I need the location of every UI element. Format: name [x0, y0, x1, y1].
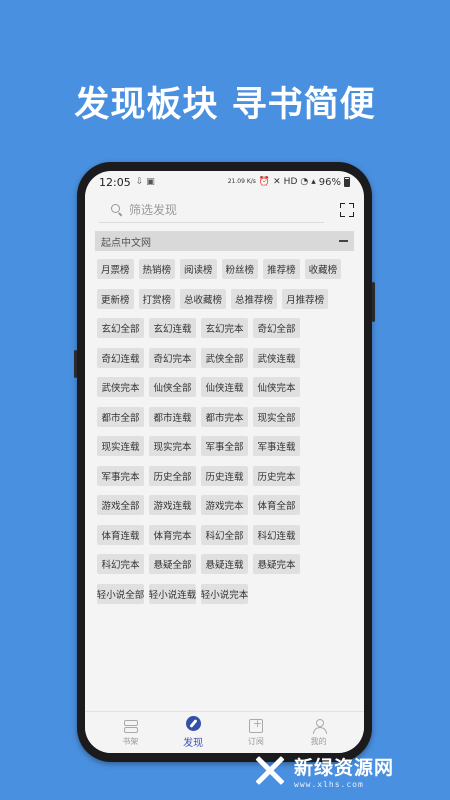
bookshelf-icon — [123, 719, 139, 733]
tag-chip[interactable]: 游戏连载 — [149, 495, 196, 515]
tag-chip[interactable]: 悬疑完本 — [253, 554, 300, 574]
tag-chip[interactable]: 军事完本 — [97, 465, 144, 486]
tab-label: 订阅 — [247, 736, 264, 746]
tab-label: 发现 — [183, 738, 204, 749]
mute-icon: ✕ — [273, 177, 281, 187]
status-time: 12:05 — [99, 175, 131, 189]
tag-chip[interactable]: 科幻全部 — [201, 524, 248, 545]
section-title: 起点中文网 — [101, 237, 151, 249]
battery-percent: 96% — [318, 176, 341, 188]
tag-chip[interactable]: 都市连载 — [149, 406, 196, 427]
tag-chip[interactable]: 现实完本 — [149, 436, 196, 456]
section-header[interactable]: 起点中文网 — [95, 231, 354, 251]
phone-power-button — [372, 282, 375, 322]
tab-label: 我的 — [310, 736, 327, 746]
tab-discover[interactable]: 发现 — [173, 716, 213, 749]
scan-icon[interactable] — [340, 203, 354, 217]
bottom-tab-bar: 书架 发现 订阅 我的 — [85, 711, 364, 753]
tag-chip[interactable]: 游戏全部 — [97, 495, 144, 515]
search-icon — [111, 204, 123, 216]
tag-chip[interactable]: 热销榜 — [138, 259, 176, 279]
watermark-url: www.xlhs.com — [294, 780, 364, 789]
tag-chip[interactable]: 轻小说全部 — [97, 583, 144, 604]
image-icon: ▣ — [146, 177, 155, 187]
net-speed: 21.09 K/s — [227, 178, 256, 185]
tab-bookshelf[interactable]: 书架 — [110, 719, 150, 747]
alarm-icon: ⏰ — [258, 177, 271, 187]
tag-chip[interactable]: 武侠全部 — [201, 347, 248, 368]
app-screen: 12:05 ⇩ ▣ 21.09 K/s ⏰ ✕ HD ◔ ▴ 96% 起点中文网… — [85, 171, 364, 753]
tag-chip[interactable]: 玄幻全部 — [97, 318, 144, 338]
tag-chip[interactable]: 军事全部 — [201, 436, 248, 456]
tag-chip[interactable]: 历史全部 — [149, 465, 196, 486]
tag-chip[interactable]: 收藏榜 — [304, 259, 342, 279]
category-tag-list: 玄幻全部 玄幻连载 玄幻完本 奇幻全部奇幻连载 奇幻完本 武侠全部 武侠连载武侠完本 仙侠全部… — [85, 318, 364, 613]
tag-chip[interactable]: 悬疑连载 — [201, 554, 248, 574]
tag-chip[interactable]: 奇幻全部 — [253, 318, 300, 338]
tag-chip[interactable]: 奇幻连载 — [97, 347, 144, 368]
tag-chip[interactable]: 粉丝榜 — [221, 259, 259, 279]
tag-chip[interactable]: 军事连载 — [253, 436, 300, 456]
tag-chip[interactable]: 推荐榜 — [263, 259, 300, 279]
wifi-icon: ◔ — [300, 177, 309, 187]
tag-chip[interactable]: 月推荐榜 — [282, 288, 329, 309]
watermark-title: 新绿资源网 — [294, 757, 395, 779]
tag-chip[interactable]: 打赏榜 — [138, 288, 176, 309]
status-bar: 12:05 ⇩ ▣ 21.09 K/s ⏰ ✕ HD ◔ ▴ 96% — [85, 171, 364, 193]
tag-chip[interactable]: 武侠完本 — [97, 377, 144, 397]
battery-icon — [344, 177, 350, 187]
watermark: 新绿资源网 www.xlhs.com — [250, 750, 430, 792]
tag-chip[interactable]: 体育连载 — [97, 524, 144, 545]
tag-chip[interactable]: 仙侠连载 — [201, 377, 248, 397]
tag-chip[interactable]: 月票榜 — [97, 259, 134, 279]
tag-chip[interactable]: 总收藏榜 — [180, 288, 227, 309]
promo-headline: 发现板块 寻书简便 — [74, 85, 376, 125]
tag-chip[interactable]: 科幻连载 — [253, 524, 300, 545]
tag-chip[interactable]: 仙侠完本 — [253, 377, 300, 397]
tag-chip[interactable]: 阅读榜 — [180, 259, 217, 279]
tag-chip[interactable]: 都市完本 — [201, 406, 248, 427]
tag-chip[interactable]: 武侠连载 — [253, 347, 300, 368]
tag-chip[interactable]: 游戏完本 — [201, 495, 248, 515]
tag-chip[interactable]: 玄幻连载 — [149, 318, 196, 338]
tag-chip[interactable]: 体育完本 — [149, 524, 196, 545]
search-underline — [99, 222, 324, 223]
tag-chip[interactable]: 轻小说完本 — [201, 583, 248, 604]
tag-chip[interactable]: 历史完本 — [253, 465, 300, 486]
phone-side-button — [74, 350, 77, 378]
status-notification-icons: ⇩ ▣ — [136, 177, 155, 187]
collapse-icon[interactable] — [339, 240, 348, 242]
status-right: 21.09 K/s ⏰ ✕ HD ◔ ▴ 96% — [228, 177, 350, 188]
signal-icon: ▴ — [311, 177, 316, 187]
tag-chip[interactable]: 体育全部 — [253, 495, 300, 515]
rank-tag-list: 月票榜 热销榜 阅读榜 粉丝榜 推荐榜 收藏榜更新榜 打赏榜 总收藏榜 总推荐榜 月推荐榜 — [85, 251, 364, 318]
download-icon: ⇩ — [135, 177, 144, 187]
tag-chip[interactable]: 玄幻完本 — [201, 318, 248, 338]
tab-subscribe[interactable]: 订阅 — [236, 717, 276, 747]
tag-chip[interactable]: 仙侠全部 — [149, 377, 196, 397]
watermark-text: 新绿资源网 www.xlhs.com — [294, 753, 394, 789]
tag-chip[interactable]: 总推荐榜 — [231, 288, 278, 309]
tag-chip[interactable]: 都市全部 — [97, 406, 144, 427]
search-input[interactable] — [129, 203, 309, 217]
tab-label: 书架 — [122, 736, 139, 746]
tag-chip[interactable]: 更新榜 — [97, 288, 134, 309]
profile-icon — [312, 718, 327, 734]
network-label: HD — [283, 177, 298, 187]
watermark-logo-icon — [250, 754, 285, 788]
search-bar — [85, 193, 364, 227]
tag-chip[interactable]: 奇幻完本 — [149, 347, 196, 368]
subscribe-icon — [248, 717, 263, 733]
compass-icon — [185, 716, 201, 731]
tag-chip[interactable]: 悬疑全部 — [149, 554, 196, 574]
tag-chip[interactable]: 轻小说连载 — [149, 583, 196, 604]
tab-profile[interactable]: 我的 — [299, 718, 339, 747]
tag-chip[interactable]: 现实全部 — [253, 406, 300, 427]
tag-chip[interactable]: 现实连载 — [97, 436, 144, 456]
tag-chip[interactable]: 历史连载 — [201, 465, 248, 486]
tag-chip[interactable]: 科幻完本 — [97, 554, 144, 574]
